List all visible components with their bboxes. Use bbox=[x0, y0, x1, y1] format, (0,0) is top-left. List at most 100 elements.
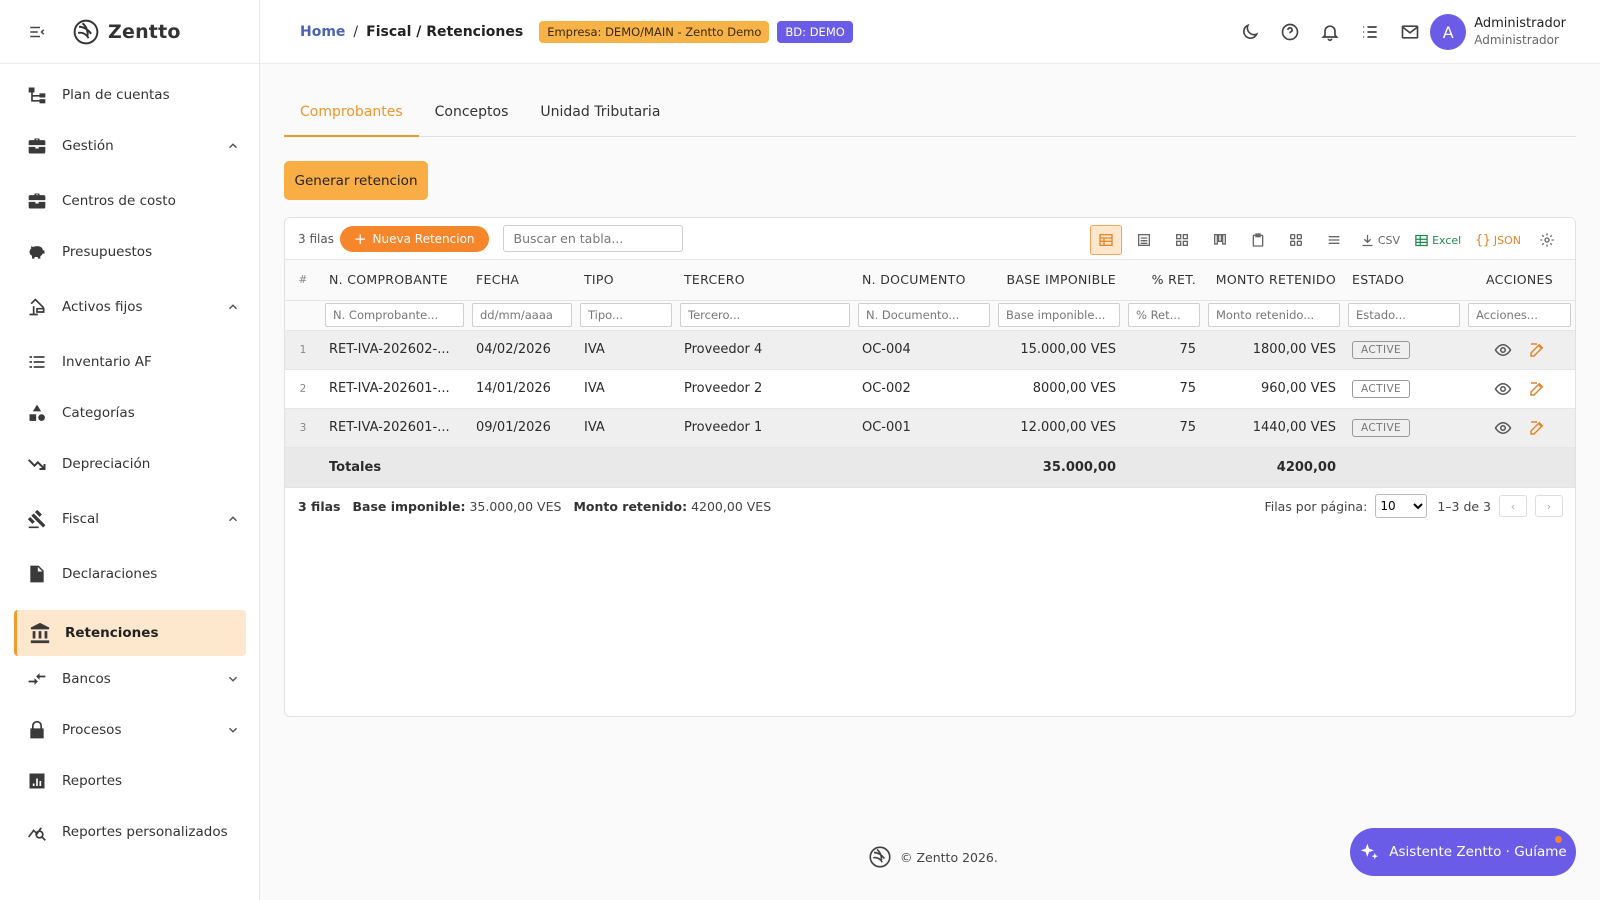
table-row[interactable]: 3 RET-IVA-202601-... 09/01/2026 IVA Prov… bbox=[285, 408, 1575, 448]
sidebar-item-retenciones[interactable]: Retenciones bbox=[14, 610, 246, 656]
grid-view-icon[interactable] bbox=[1166, 225, 1198, 255]
list-icon bbox=[26, 351, 48, 373]
export-json-button[interactable]: {} JSON bbox=[1471, 225, 1525, 255]
filter-tercero-input[interactable] bbox=[680, 303, 850, 327]
chevron-up-icon bbox=[228, 516, 238, 522]
cell-monto: 1800,00 VES bbox=[1204, 330, 1344, 370]
lock-icon bbox=[26, 719, 48, 741]
export-excel-button[interactable]: Excel bbox=[1410, 225, 1465, 255]
cell-documento: OC-004 bbox=[854, 330, 994, 370]
mail-icon[interactable] bbox=[1400, 22, 1420, 42]
filter-cell-index bbox=[285, 299, 321, 331]
assets-icon bbox=[26, 296, 48, 318]
grid-search-input[interactable] bbox=[502, 225, 683, 252]
filter-monto-input[interactable] bbox=[1208, 303, 1340, 327]
tasks-list-icon[interactable] bbox=[1360, 22, 1380, 42]
download-icon bbox=[1362, 234, 1373, 246]
next-page-icon[interactable]: › bbox=[1535, 495, 1563, 517]
col-header-tercero[interactable]: TERCERO bbox=[676, 260, 854, 300]
col-header-fecha[interactable]: FECHA bbox=[468, 260, 576, 300]
edit-icon[interactable] bbox=[1528, 380, 1546, 398]
view-eye-icon[interactable] bbox=[1494, 341, 1512, 359]
company-badge: Empresa: DEMO/MAIN - Zentto Demo bbox=[539, 20, 770, 43]
sidebar-item-procesos[interactable]: Procesos bbox=[14, 707, 246, 753]
rows-per-page-select[interactable]: 10 bbox=[1375, 494, 1428, 518]
table-header-row: # N. COMPROBANTE FECHA TIPO TERCERO N. D… bbox=[285, 260, 1575, 300]
sidebar-item-centros-de-costo[interactable]: Centros de costo bbox=[14, 178, 246, 224]
sidebar-item-depreciacion[interactable]: Depreciación bbox=[14, 441, 246, 487]
sidebar-item-inventario-af[interactable]: Inventario AF bbox=[14, 339, 246, 385]
list-view-icon[interactable] bbox=[1128, 225, 1160, 255]
notifications-icon[interactable] bbox=[1320, 22, 1340, 42]
sidebar-item-categorias[interactable]: Categorías bbox=[14, 390, 246, 436]
briefcase-icon bbox=[26, 190, 48, 212]
filter-row bbox=[285, 299, 1575, 331]
apps-icon[interactable] bbox=[1280, 225, 1312, 255]
filter-tipo-input[interactable] bbox=[580, 303, 672, 327]
help-icon[interactable] bbox=[1280, 22, 1300, 42]
clipboard-icon[interactable] bbox=[1242, 225, 1274, 255]
col-header-estado[interactable]: ESTADO bbox=[1344, 260, 1464, 300]
cell-acciones bbox=[1464, 369, 1575, 409]
col-header-comprobante[interactable]: N. COMPROBANTE bbox=[321, 260, 468, 300]
assistant-button[interactable]: Asistente Zentto · Guíame bbox=[1350, 828, 1576, 876]
kanban-view-icon[interactable] bbox=[1204, 225, 1236, 255]
generate-retention-button[interactable]: Generar retencion bbox=[284, 161, 428, 200]
cell-tercero: Proveedor 1 bbox=[676, 408, 854, 448]
sidebar-item-bancos[interactable]: Bancos bbox=[14, 656, 246, 702]
filter-documento-input[interactable] bbox=[858, 303, 990, 327]
sidebar-item-reportes-personalizados[interactable]: Reportes personalizados bbox=[14, 809, 246, 855]
settings-icon[interactable] bbox=[1531, 225, 1563, 255]
totals-base: 35.000,00 bbox=[994, 446, 1124, 487]
sidebar-item-label: Retenciones bbox=[65, 625, 159, 641]
sidebar-item-declaraciones[interactable]: Declaraciones bbox=[14, 551, 246, 597]
filter-cell-documento bbox=[854, 299, 994, 331]
dark-mode-icon[interactable] bbox=[1240, 22, 1260, 42]
gavel-icon bbox=[26, 508, 48, 530]
sidebar-item-fiscal[interactable]: Fiscal bbox=[14, 496, 246, 542]
filter-acciones-input[interactable] bbox=[1468, 303, 1571, 327]
menu-collapse-icon[interactable] bbox=[28, 23, 46, 41]
filter-fecha-input[interactable] bbox=[472, 303, 572, 327]
filter-comprobante-input[interactable] bbox=[325, 303, 464, 327]
tab-conceptos[interactable]: Conceptos bbox=[419, 94, 525, 137]
sidebar-item-presupuestos[interactable]: Presupuestos bbox=[14, 229, 246, 275]
sidebar-item-gestion[interactable]: Gestión bbox=[14, 123, 246, 169]
edit-icon[interactable] bbox=[1528, 341, 1546, 359]
sidebar-item-label: Categorías bbox=[62, 405, 135, 421]
view-eye-icon[interactable] bbox=[1494, 419, 1512, 437]
density-icon[interactable] bbox=[1318, 225, 1350, 255]
filter-ret-input[interactable] bbox=[1128, 303, 1200, 327]
sparkle-icon bbox=[1360, 843, 1379, 860]
view-eye-icon[interactable] bbox=[1494, 380, 1512, 398]
sidebar-item-activos-fijos[interactable]: Activos fijos bbox=[14, 284, 246, 330]
col-header-ret[interactable]: % RET. bbox=[1124, 260, 1204, 300]
row-index: 3 bbox=[285, 408, 321, 448]
status-badge: ACTIVE bbox=[1352, 379, 1411, 398]
sidebar-item-plan-de-cuentas[interactable]: Plan de cuentas bbox=[14, 72, 246, 118]
col-header-tipo[interactable]: TIPO bbox=[576, 260, 676, 300]
tab-comprobantes[interactable]: Comprobantes bbox=[284, 94, 419, 137]
sidebar-item-reportes[interactable]: Reportes bbox=[14, 758, 246, 804]
col-header-monto[interactable]: MONTO RETENIDO bbox=[1204, 260, 1344, 300]
table-view-icon[interactable] bbox=[1089, 225, 1122, 255]
table-row[interactable]: 2 RET-IVA-202601-... 14/01/2026 IVA Prov… bbox=[285, 369, 1575, 409]
cell-ret: 75 bbox=[1124, 408, 1204, 448]
user-menu[interactable]: A Administrador Administrador bbox=[1430, 14, 1566, 50]
col-header-base[interactable]: BASE IMPONIBLE bbox=[994, 260, 1124, 300]
filter-base-input[interactable] bbox=[998, 303, 1120, 327]
edit-icon[interactable] bbox=[1528, 419, 1546, 437]
filter-estado-input[interactable] bbox=[1348, 303, 1460, 327]
grid-footer: 3 filas Base imponible: 35.000,00 VES Mo… bbox=[285, 487, 1575, 525]
tab-unidad-tributaria[interactable]: Unidad Tributaria bbox=[524, 94, 676, 137]
cell-tipo: IVA bbox=[576, 369, 676, 409]
prev-page-icon[interactable]: ‹ bbox=[1499, 495, 1527, 517]
breadcrumb-home-link[interactable]: Home bbox=[300, 24, 345, 40]
col-header-documento[interactable]: N. DOCUMENTO bbox=[854, 260, 994, 300]
new-retention-button[interactable]: + Nueva Retencion bbox=[339, 225, 489, 252]
sidebar-item-label: Inventario AF bbox=[62, 354, 152, 370]
footer-base-value: 35.000,00 VES bbox=[469, 499, 562, 514]
app-logo[interactable]: Zentto bbox=[72, 18, 181, 46]
export-csv-button[interactable]: CSV bbox=[1356, 225, 1404, 255]
table-row[interactable]: 1 RET-IVA-202602-... 04/02/2026 IVA Prov… bbox=[285, 330, 1575, 370]
